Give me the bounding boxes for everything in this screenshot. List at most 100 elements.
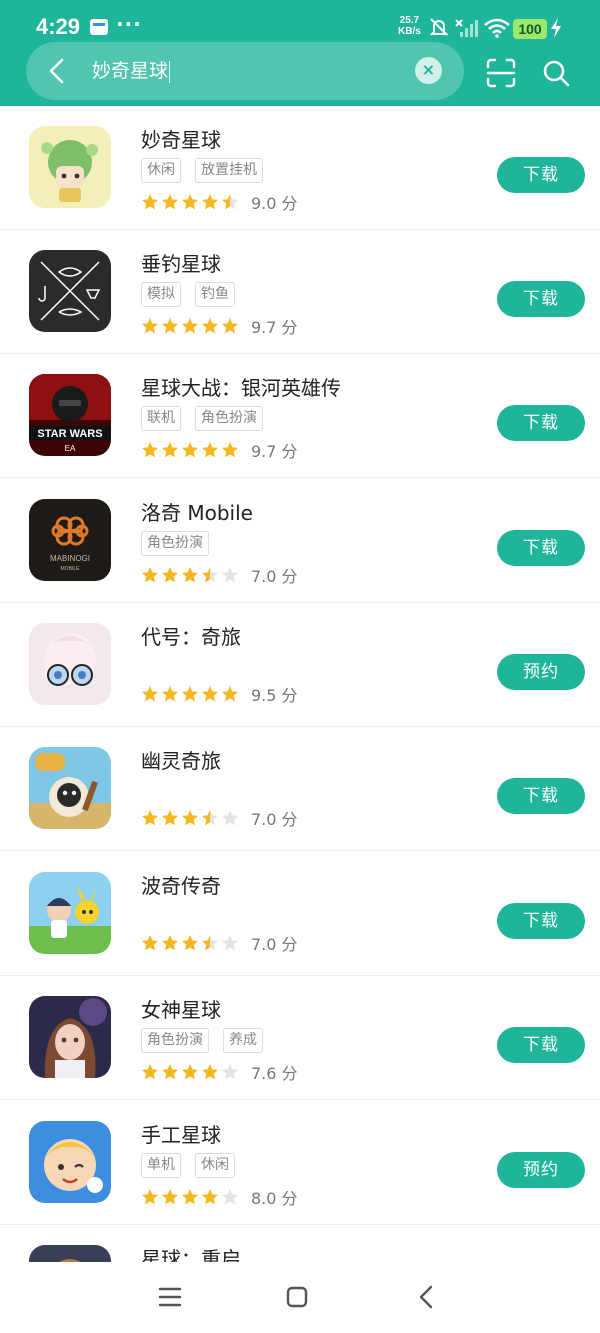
star-filled-icon	[182, 1064, 198, 1080]
app-icon[interactable]	[29, 1121, 111, 1203]
app-list-item[interactable]: MABINOGI MOBILE 洛奇 Mobile 角色扮演 7.0 分 下载	[0, 479, 600, 603]
download-button[interactable]: 下载	[497, 405, 585, 441]
download-button[interactable]: 下载	[497, 903, 585, 939]
top-bar: 4:29 ··· 25.7 KB/s 100 妙奇星球 ×	[0, 0, 600, 106]
download-button[interactable]: 下载	[497, 778, 585, 814]
download-button[interactable]: 下载	[497, 157, 585, 193]
app-tag: 休闲	[141, 158, 181, 183]
battery-level: 100	[513, 19, 547, 39]
app-score: 9.7 分	[251, 318, 298, 337]
star-rating	[141, 934, 239, 952]
app-list-item[interactable]: 代号：奇旅 9.5 分 预约	[0, 603, 600, 727]
app-icon-artwork	[29, 996, 111, 1078]
download-button[interactable]: 下载	[497, 281, 585, 317]
app-tags: 休闲 放置挂机	[141, 158, 263, 183]
home-icon[interactable]	[286, 1286, 308, 1308]
app-rating: 9.7 分	[141, 315, 298, 337]
app-icon[interactable]	[29, 747, 111, 829]
app-tag: 角色扮演	[195, 406, 263, 431]
app-list-item[interactable]: 幽灵奇旅 7.0 分 下载	[0, 727, 600, 851]
star-filled-icon	[142, 1064, 158, 1080]
app-list-item[interactable]: 波奇传奇 7.0 分 下载	[0, 852, 600, 976]
star-filled-icon	[162, 1064, 178, 1080]
clear-search-button[interactable]: ×	[415, 57, 442, 84]
app-icon-artwork	[29, 250, 111, 332]
star-rating	[141, 1188, 239, 1206]
app-icon-artwork	[29, 623, 111, 705]
app-icon[interactable]	[29, 126, 111, 208]
app-name[interactable]: 手工星球	[141, 1119, 221, 1148]
star-filled-icon	[162, 686, 178, 702]
app-icon[interactable]	[29, 872, 111, 954]
app-list-item[interactable]: 星球：重启	[0, 1225, 600, 1262]
app-icon[interactable]	[29, 1245, 111, 1262]
star-filled-icon	[222, 442, 238, 458]
app-name[interactable]: 波奇传奇	[141, 870, 221, 899]
star-empty-icon	[222, 1064, 238, 1080]
app-icon[interactable]	[29, 623, 111, 705]
app-name[interactable]: 垂钓星球	[141, 248, 221, 277]
back-arrow-icon[interactable]	[46, 58, 70, 84]
reserve-button[interactable]: 预约	[497, 654, 585, 690]
app-tags: 角色扮演	[141, 531, 209, 556]
app-name[interactable]: 星球：重启	[141, 1243, 241, 1262]
app-name[interactable]: 妙奇星球	[141, 124, 221, 153]
star-filled-icon	[202, 1189, 218, 1205]
app-icon[interactable]: MABINOGI MOBILE	[29, 499, 111, 581]
app-tags: 模拟 钓鱼	[141, 282, 235, 307]
app-tags: 单机 休闲	[141, 1153, 235, 1178]
star-filled-icon	[142, 686, 158, 702]
star-filled-icon	[202, 686, 218, 702]
app-rating: 8.0 分	[141, 1186, 298, 1208]
app-list-item[interactable]: 垂钓星球模拟 钓鱼 9.7 分 下载	[0, 230, 600, 354]
star-filled-icon	[182, 1189, 198, 1205]
network-speed-unit: KB/s	[398, 26, 421, 37]
star-filled-icon	[142, 1189, 158, 1205]
app-icon[interactable]	[29, 996, 111, 1078]
app-list-item[interactable]: 妙奇星球 休闲 放置挂机 9.0 分 下载	[0, 106, 600, 230]
star-filled-icon	[142, 567, 158, 583]
app-tag: 钓鱼	[195, 282, 235, 307]
app-list-item[interactable]: 女神星球 角色扮演 养成 7.6 分 下载	[0, 976, 600, 1100]
app-tag: 角色扮演	[141, 531, 209, 556]
star-filled-icon	[162, 810, 178, 826]
star-filled-icon	[202, 1064, 218, 1080]
search-input[interactable]: 妙奇星球	[92, 56, 392, 86]
star-filled-icon	[162, 567, 178, 583]
app-icon-artwork	[29, 1245, 111, 1262]
back-icon[interactable]	[417, 1285, 435, 1309]
download-button[interactable]: 下载	[497, 1027, 585, 1063]
app-name[interactable]: 星球大战：银河英雄传	[141, 372, 341, 401]
scan-icon[interactable]	[486, 58, 516, 88]
app-icon-artwork	[29, 1121, 111, 1203]
star-empty-icon	[222, 567, 238, 583]
star-filled-icon	[142, 935, 158, 951]
app-name[interactable]: 代号：奇旅	[141, 621, 241, 650]
app-list-item[interactable]: 手工星球单机 休闲 8.0 分 预约	[0, 1101, 600, 1225]
menu-icon[interactable]	[158, 1286, 182, 1308]
star-filled-icon	[182, 935, 198, 951]
app-name[interactable]: 洛奇 Mobile	[141, 497, 253, 526]
search-icon[interactable]	[542, 59, 570, 87]
app-icon[interactable]: STAR WARS EA	[29, 374, 111, 456]
download-button[interactable]: 下载	[497, 530, 585, 566]
app-icon[interactable]	[29, 250, 111, 332]
app-tag: 休闲	[195, 1153, 235, 1178]
star-filled-icon	[222, 686, 238, 702]
app-name[interactable]: 幽灵奇旅	[141, 745, 221, 774]
star-filled-icon	[142, 442, 158, 458]
reserve-button[interactable]: 预约	[497, 1152, 585, 1188]
cellular-signal-icon	[455, 19, 478, 37]
app-name[interactable]: 女神星球	[141, 994, 221, 1023]
app-tag: 角色扮演	[141, 1028, 209, 1053]
star-empty-icon	[222, 810, 238, 826]
network-speed: 25.7 KB/s	[398, 15, 421, 37]
app-tag: 单机	[141, 1153, 181, 1178]
app-rating: 9.5 分	[141, 683, 298, 705]
app-list-item[interactable]: STAR WARS EA 星球大战：银河英雄传 联机 角色扮演 9.7 分 下载	[0, 354, 600, 478]
app-icon-artwork: STAR WARS EA	[29, 374, 111, 456]
star-empty-icon	[222, 1189, 238, 1205]
star-empty-icon	[222, 935, 238, 951]
star-filled-icon	[182, 318, 198, 334]
star-rating	[141, 685, 239, 703]
